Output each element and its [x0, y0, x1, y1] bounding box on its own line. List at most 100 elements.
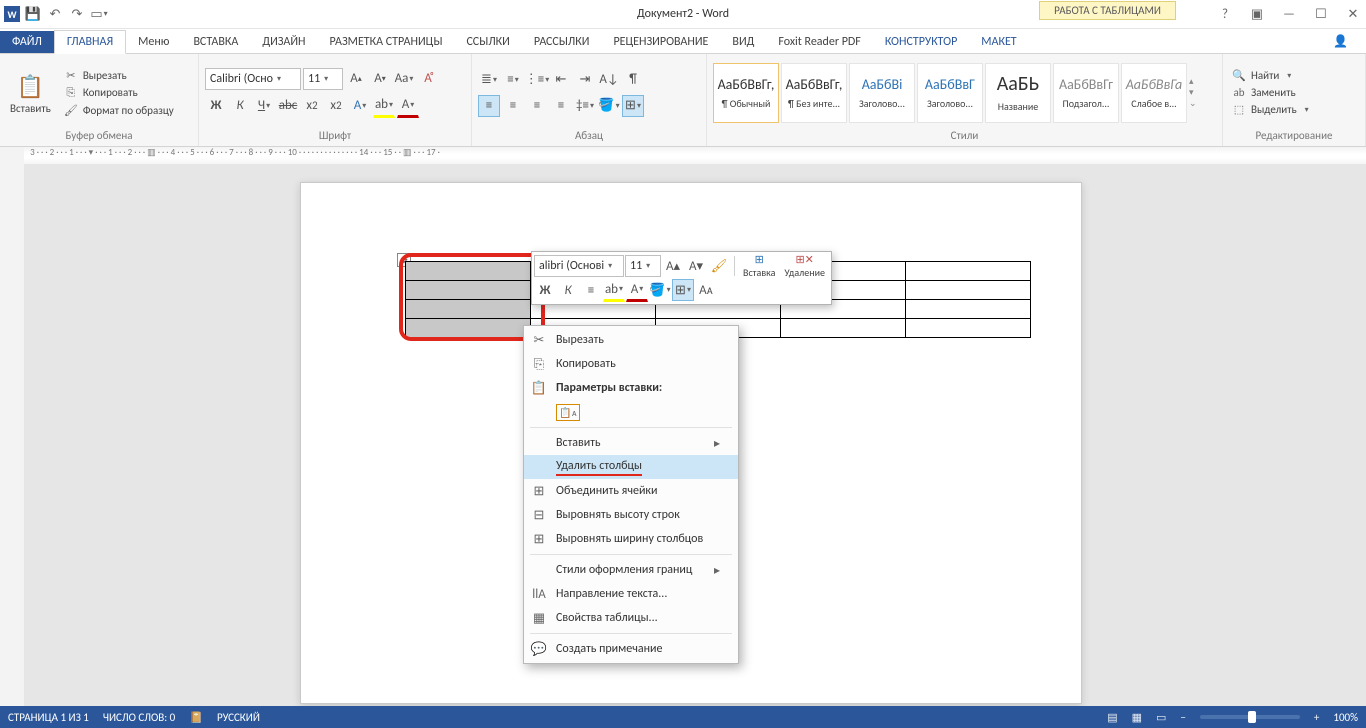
tab-references[interactable]: ССЫЛКИ — [454, 31, 521, 53]
tab-file[interactable]: ФАЙЛ — [0, 31, 54, 53]
align-right-icon[interactable]: ≡ — [526, 95, 548, 117]
redo-icon[interactable]: ↷ — [68, 5, 86, 23]
mini-grow-font-icon[interactable]: A▴ — [662, 255, 684, 277]
tab-view[interactable]: ВИД — [720, 31, 766, 53]
style-normal[interactable]: АаБбВвГг,¶ Обычный — [713, 63, 779, 123]
increase-indent-icon[interactable]: ⇥ — [574, 69, 596, 91]
style-subtitle[interactable]: АаБбВвГгПодзагол... — [1053, 63, 1119, 123]
tab-foxit[interactable]: Foxit Reader PDF — [766, 31, 872, 53]
vertical-ruler[interactable] — [0, 164, 25, 706]
ctx-border-styles[interactable]: Стили оформления границ▸ — [524, 558, 738, 582]
bullets-icon[interactable]: ≣▾ — [478, 69, 500, 91]
undo-icon[interactable]: ↶ — [46, 5, 64, 23]
help-icon[interactable]: ? — [1216, 5, 1234, 23]
zoom-out-icon[interactable]: − — [1180, 711, 1185, 724]
mini-highlight-icon[interactable]: ab▾ — [603, 278, 625, 302]
ctx-distribute-rows[interactable]: ⊟Выровнять высоту строк — [524, 503, 738, 527]
mini-font-combo[interactable]: alibri (Основі▾ — [534, 255, 624, 277]
ribbon-options-icon[interactable]: ▣ — [1248, 5, 1266, 23]
numbering-icon[interactable]: ≡▾ — [502, 69, 524, 91]
mini-styles-icon[interactable]: Aᴀ — [695, 279, 717, 301]
align-left-icon[interactable]: ≡ — [478, 95, 500, 117]
ctx-cut[interactable]: ✂Вырезать — [524, 328, 738, 352]
underline-button[interactable]: Ч▾ — [253, 95, 275, 117]
print-layout-icon[interactable]: ▦ — [1132, 711, 1142, 724]
tab-home[interactable]: ГЛАВНАЯ — [54, 30, 126, 54]
subscript-button[interactable]: x2 — [301, 95, 323, 117]
highlight-icon[interactable]: ab▾ — [373, 94, 395, 118]
styles-up-icon[interactable]: ▴ — [1189, 76, 1203, 87]
mini-bold-button[interactable]: Ж — [534, 279, 556, 301]
superscript-button[interactable]: x2 — [325, 95, 347, 117]
tab-constructor[interactable]: КОНСТРУКТОР — [873, 31, 969, 53]
styles-more-icon[interactable]: ⌄ — [1189, 98, 1203, 109]
status-page[interactable]: СТРАНИЦА 1 ИЗ 1 — [8, 711, 89, 724]
ctx-delete-columns[interactable]: Удалить столбцы — [524, 455, 738, 479]
zoom-level[interactable]: 100% — [1333, 711, 1358, 724]
select-button[interactable]: ⬚Выделить▾ — [1229, 102, 1311, 117]
ctx-merge-cells[interactable]: ⊞Объединить ячейки — [524, 479, 738, 503]
align-center-icon[interactable]: ≡ — [502, 95, 524, 117]
tab-mailings[interactable]: РАССЫЛКИ — [522, 31, 602, 53]
ctx-new-comment[interactable]: 💬Создать примечание — [524, 637, 738, 661]
save-icon[interactable]: 💾 — [24, 5, 42, 23]
status-language[interactable]: РУССКИЙ — [217, 711, 260, 724]
font-color-icon[interactable]: A▾ — [397, 94, 419, 118]
minimize-icon[interactable]: — — [1280, 5, 1298, 23]
status-word-count[interactable]: ЧИСЛО СЛОВ: 0 — [103, 711, 175, 724]
ctx-insert[interactable]: Вставить▸ — [524, 431, 738, 455]
tab-review[interactable]: РЕЦЕНЗИРОВАНИЕ — [601, 31, 720, 53]
bold-button[interactable]: Ж — [205, 95, 227, 117]
maximize-icon[interactable]: ☐ — [1312, 5, 1330, 23]
mini-font-color-icon[interactable]: A▾ — [626, 278, 648, 302]
cut-button[interactable]: ✂Вырезать — [61, 68, 176, 83]
zoom-slider[interactable] — [1200, 715, 1300, 719]
shading-icon[interactable]: 🪣▾ — [598, 95, 620, 117]
tab-page-layout[interactable]: РАЗМЕТКА СТРАНИЦЫ — [318, 31, 455, 53]
mini-delete-button[interactable]: ⊞✕Удаление — [780, 253, 829, 279]
mini-format-painter-icon[interactable]: 🖌 — [708, 255, 730, 277]
line-spacing-icon[interactable]: ‡≡▾ — [574, 95, 596, 117]
style-no-spacing[interactable]: АаБбВвГг,¶ Без инте... — [781, 63, 847, 123]
font-size-combo[interactable]: 11▾ — [303, 68, 343, 90]
ctx-copy[interactable]: ⎘Копировать — [524, 352, 738, 376]
new-doc-icon[interactable]: ▭▾ — [90, 5, 108, 23]
style-heading2[interactable]: АаБбВвГЗаголово... — [917, 63, 983, 123]
sort-icon[interactable]: A↓ — [598, 69, 620, 91]
mini-insert-button[interactable]: ⊞Вставка — [739, 253, 779, 279]
paste-button[interactable]: 📋 Вставить — [6, 68, 55, 117]
font-name-combo[interactable]: Calibri (Осно▾ — [205, 68, 301, 90]
mini-italic-button[interactable]: К — [557, 279, 579, 301]
strike-button[interactable]: abc — [277, 95, 299, 117]
find-button[interactable]: 🔍Найти▾ — [1229, 68, 1311, 83]
justify-icon[interactable]: ≡ — [550, 95, 572, 117]
change-case-icon[interactable]: Aa▾ — [393, 68, 415, 90]
styles-down-icon[interactable]: ▾ — [1189, 87, 1203, 98]
grow-font-icon[interactable]: A▴ — [345, 68, 367, 90]
style-heading1[interactable]: АаБбВіЗаголово... — [849, 63, 915, 123]
shrink-font-icon[interactable]: A▾ — [369, 68, 391, 90]
copy-button[interactable]: ⎘Копировать — [61, 85, 176, 101]
mini-align-icon[interactable]: ≡ — [580, 279, 602, 301]
style-subtle[interactable]: АаБбВвГаСлабое в... — [1121, 63, 1187, 123]
tab-menu[interactable]: Меню — [126, 31, 181, 53]
proofing-icon[interactable]: 📔 — [189, 711, 203, 724]
mini-size-combo[interactable]: 11▾ — [625, 255, 661, 277]
styles-gallery[interactable]: АаБбВвГг,¶ Обычный АаБбВвГг,¶ Без инте..… — [713, 63, 1216, 123]
login-link[interactable]: 👤 — [1317, 30, 1360, 53]
format-painter-button[interactable]: 🖌Формат по образцу — [61, 103, 176, 118]
text-effects-icon[interactable]: A▾ — [349, 95, 371, 117]
document-page[interactable]: ✥ alibri (Основі▾ 11▾ A▴ A▾ 🖌 ⊞Вставка ⊞… — [300, 182, 1082, 704]
decrease-indent-icon[interactable]: ⇤ — [550, 69, 572, 91]
ctx-paste-option[interactable]: 📋ᴀ — [524, 400, 738, 424]
show-marks-icon[interactable]: ¶ — [622, 69, 644, 91]
tab-insert[interactable]: ВСТАВКА — [181, 31, 250, 53]
read-mode-icon[interactable]: ▤ — [1107, 711, 1117, 724]
mini-borders-icon[interactable]: ⊞▾ — [672, 279, 694, 301]
ctx-distribute-cols[interactable]: ⊞Выровнять ширину столбцов — [524, 527, 738, 551]
ctx-table-properties[interactable]: ▦Свойства таблицы... — [524, 606, 738, 630]
multilevel-icon[interactable]: ⋮≡▾ — [526, 69, 548, 91]
web-layout-icon[interactable]: ▭ — [1156, 711, 1166, 724]
close-icon[interactable]: ✕ — [1344, 5, 1362, 23]
zoom-in-icon[interactable]: + — [1314, 711, 1319, 724]
